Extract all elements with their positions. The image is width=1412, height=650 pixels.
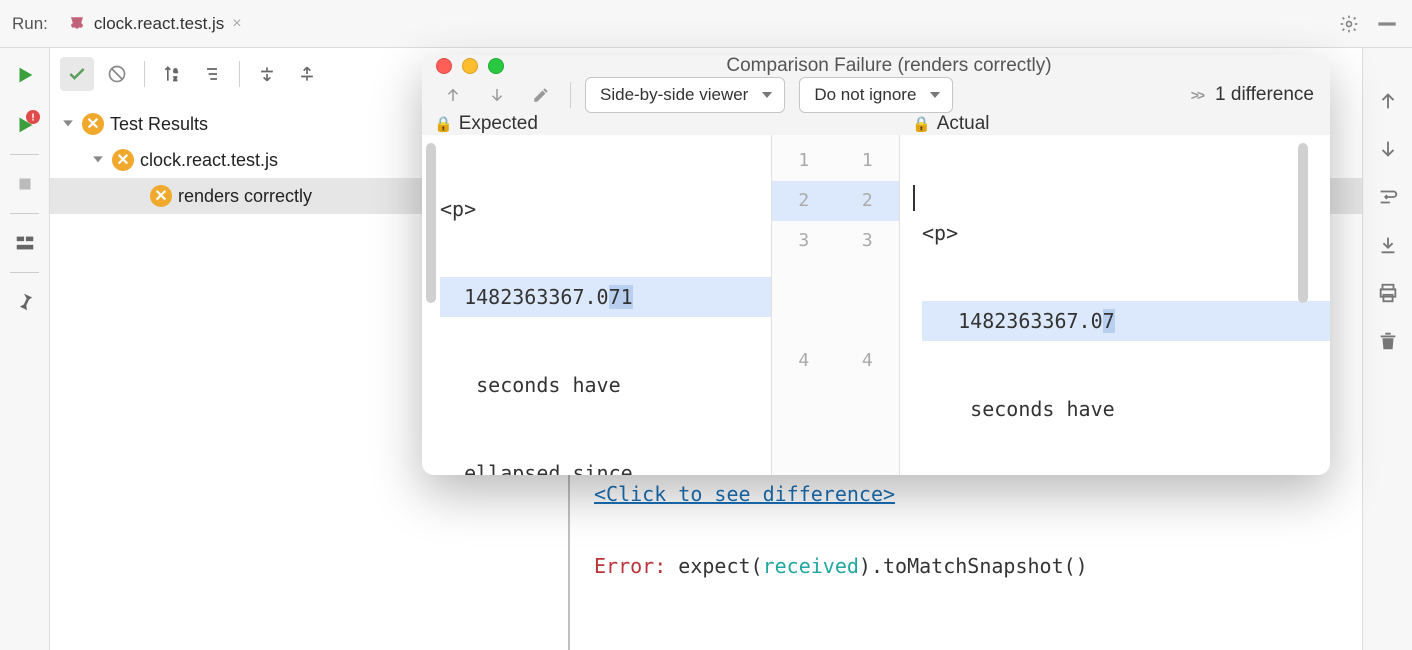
- svg-text:a: a: [174, 67, 178, 74]
- sort-button[interactable]: az: [155, 57, 189, 91]
- diff-body: <p> 1482363367.071 seconds have ellapsed…: [422, 135, 1330, 475]
- diff-line: 1482363367.071: [440, 277, 771, 317]
- diff-line: 1482363367.07: [922, 301, 1330, 341]
- expected-label: Expected: [459, 113, 538, 135]
- next-diff-button[interactable]: [482, 80, 512, 110]
- jest-icon: [68, 15, 86, 33]
- chevron-down-icon: [90, 152, 106, 168]
- failed-icon: ✕: [82, 113, 104, 135]
- stop-button[interactable]: [12, 171, 38, 197]
- scroll-to-end-button[interactable]: [1375, 232, 1401, 258]
- show-passed-button[interactable]: [60, 57, 94, 91]
- up-button[interactable]: [1375, 88, 1401, 114]
- close-icon[interactable]: ×: [232, 15, 241, 33]
- right-rail: [1362, 48, 1412, 650]
- diff-count: 1 difference: [1215, 84, 1314, 106]
- diff-line: seconds have: [922, 389, 1330, 429]
- comparison-failure-dialog: Comparison Failure (renders correctly) S…: [422, 55, 1330, 475]
- diff-line: <p>: [440, 189, 771, 229]
- edit-button[interactable]: [526, 80, 556, 110]
- left-rail: !: [0, 48, 50, 650]
- failed-icon: ✕: [112, 149, 134, 171]
- layout-button[interactable]: [12, 230, 38, 256]
- expected-pane[interactable]: <p> 1482363367.071 seconds have ellapsed…: [422, 135, 772, 475]
- close-window-button[interactable]: [436, 58, 452, 74]
- caret: [913, 185, 915, 211]
- actual-pane[interactable]: <p> 1482363367.07 seconds have ellapsed …: [900, 135, 1330, 475]
- titlebar: Comparison Failure (renders correctly): [422, 55, 1330, 77]
- lock-icon: 🔒: [434, 115, 453, 133]
- show-ignored-button[interactable]: [100, 57, 134, 91]
- pin-button[interactable]: [12, 289, 38, 315]
- console-area: <Click to see difference> Error: expect(…: [50, 460, 1362, 650]
- dialog-title: Comparison Failure (renders correctly): [514, 55, 1316, 77]
- diff-headers: 🔒 Expected 🔒 Actual: [422, 113, 1330, 135]
- expand-button[interactable]: [250, 57, 284, 91]
- prev-diff-button[interactable]: [438, 80, 468, 110]
- run-label: Run:: [12, 14, 48, 34]
- tree-test-label: renders correctly: [178, 186, 312, 207]
- zoom-window-button[interactable]: [488, 58, 504, 74]
- delete-button[interactable]: [1375, 328, 1401, 354]
- error-prefix: Error:: [594, 554, 666, 578]
- svg-text:!: !: [31, 112, 35, 124]
- see-difference-link[interactable]: <Click to see difference>: [594, 482, 895, 506]
- more-icon[interactable]: >>: [1191, 87, 1203, 103]
- print-button[interactable]: [1375, 280, 1401, 306]
- console-output: <Click to see difference> Error: expect(…: [570, 460, 1362, 650]
- settings-button[interactable]: [1336, 11, 1362, 37]
- run-tab[interactable]: clock.react.test.js ×: [60, 10, 250, 38]
- viewer-mode-select[interactable]: Side-by-side viewer: [585, 77, 785, 113]
- tree-root-label: Test Results: [110, 114, 208, 135]
- tab-name: clock.react.test.js: [94, 14, 224, 34]
- top-bar: Run: clock.react.test.js ×: [0, 0, 1412, 48]
- failed-icon: ✕: [150, 185, 172, 207]
- down-button[interactable]: [1375, 136, 1401, 162]
- line-gutter: 11 22 33 44: [772, 135, 900, 475]
- tree-file-label: clock.react.test.js: [140, 150, 278, 171]
- window-controls: [436, 58, 504, 74]
- diff-line: ellapsed since: [440, 453, 771, 475]
- diff-toolbar: Side-by-side viewer Do not ignore >> 1 d…: [422, 77, 1330, 113]
- soft-wrap-button[interactable]: [1375, 184, 1401, 210]
- run-button[interactable]: [12, 62, 38, 88]
- scrollbar[interactable]: [1298, 143, 1308, 303]
- hide-button[interactable]: [1374, 11, 1400, 37]
- svg-text:z: z: [174, 75, 177, 82]
- minimize-window-button[interactable]: [462, 58, 478, 74]
- collapse-button[interactable]: [290, 57, 324, 91]
- chevron-down-icon: [60, 116, 76, 132]
- collapse-all-button[interactable]: [195, 57, 229, 91]
- actual-label: Actual: [937, 113, 990, 135]
- diff-line: seconds have: [440, 365, 771, 405]
- lock-icon: 🔒: [912, 115, 931, 133]
- diff-line: <p>: [922, 213, 1330, 253]
- ignore-mode-select[interactable]: Do not ignore: [799, 77, 953, 113]
- rerun-failed-button[interactable]: !: [12, 112, 38, 138]
